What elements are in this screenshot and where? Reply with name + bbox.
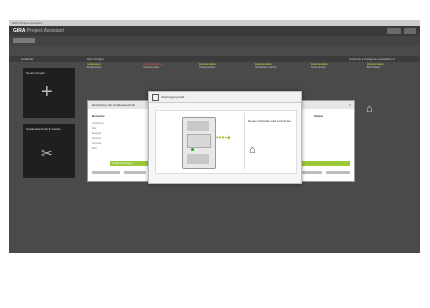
column-main-label: Mein Projekt: [87, 57, 104, 61]
header-action-button[interactable]: [387, 28, 401, 34]
area-list: Lichtmenü Flur Eingang Wohnen Terrasse B…: [92, 121, 132, 151]
transfer-arrow-icon: •••➜: [216, 133, 232, 142]
area-item[interactable]: Bad: [92, 146, 132, 151]
room-name: Erdgeschoss: [87, 66, 102, 69]
header-menu-button[interactable]: [404, 28, 416, 34]
cancel-button[interactable]: [124, 171, 146, 174]
room-name: Küche Essen: [311, 66, 326, 69]
room-name: Abstellraum Rechts: [255, 66, 277, 69]
target-label: Neues Gebäude wird verbunden: [248, 119, 292, 123]
toolbar-button[interactable]: [13, 38, 35, 43]
sort-dropdown[interactable]: Sortieren ▸ Kategorie auswählen ▾: [349, 56, 395, 62]
column-left-label: Gebäude: [21, 57, 34, 61]
next-button[interactable]: [326, 171, 350, 174]
app-logo: GIRA Project Assistant: [13, 28, 64, 34]
house-icon[interactable]: ⌂: [366, 104, 373, 115]
tools-icon: ✂: [41, 145, 53, 161]
plus-icon: +: [41, 81, 53, 103]
status-bar-green: [300, 161, 350, 166]
device-image: [182, 117, 216, 169]
target-panel: Neues Gebäude wird verbunden ⌂: [244, 113, 295, 169]
col-left-label: Bereiche: [92, 114, 105, 118]
transfer-dialog-header: Übertragung läuft: [149, 92, 301, 103]
new-project-label: Neues Projekt: [26, 71, 45, 75]
room-item[interactable]: Dokumentation Obergeschoss: [199, 63, 237, 69]
house-icon: ⌂: [249, 144, 256, 156]
transfer-dialog: Übertragung läuft •••➜ Neues Gebäude wir…: [148, 91, 302, 184]
transfer-dialog-title: Übertragung läuft: [161, 95, 185, 99]
devices-tile[interactable]: Gebäudetechnik & Geräte ✂: [23, 124, 75, 178]
room-item[interactable]: Dokumentation Bad Toilette: [367, 63, 405, 69]
add-devices-button[interactable]: Geräte hinzufügen: [110, 161, 150, 166]
col-right-label: Status: [314, 114, 324, 118]
devices-label: Gebäudetechnik & Geräte: [26, 127, 61, 131]
app-header: GIRA Project Assistant: [9, 26, 420, 36]
window-icon: [152, 94, 159, 101]
room-list: Gebäudeteil Erdgeschoss Raumausstattung …: [87, 63, 420, 75]
logo-brand: GIRA: [13, 28, 26, 34]
room-item[interactable]: Gebäudeteil Erdgeschoss: [87, 63, 125, 69]
back-button[interactable]: [92, 171, 120, 174]
new-project-tile[interactable]: Neues Projekt +: [23, 68, 75, 118]
room-name: Bad Toilette: [367, 66, 381, 69]
room-item[interactable]: Dokumentation Küche Essen: [311, 63, 349, 69]
room-name: Obergeschoss: [199, 66, 216, 69]
logo-product: Project Assistant: [26, 28, 64, 34]
transfer-panel: •••➜ Neues Gebäude wird verbunden ⌂: [155, 110, 297, 174]
room-item[interactable]: Dokumentation Abstellraum Rechts: [255, 63, 293, 69]
toolbar: [9, 36, 420, 46]
column-header: Gebäude Mein Projekt Sortieren ▸ Kategor…: [9, 56, 420, 62]
room-name: Vorraum Links: [143, 66, 159, 69]
close-icon[interactable]: ×: [349, 101, 351, 109]
room-item[interactable]: Raumausstattung Vorraum Links: [143, 63, 181, 69]
setup-dialog-title: Einrichtung der Gebäudetechnik: [92, 103, 135, 107]
